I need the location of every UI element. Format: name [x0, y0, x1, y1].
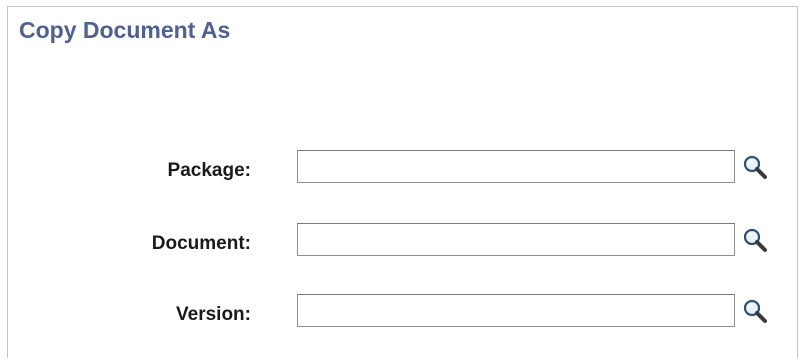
document-lookup-icon[interactable] — [741, 226, 769, 254]
package-lookup-icon[interactable] — [741, 153, 769, 181]
package-row: Package: — [0, 150, 806, 190]
page-title: Copy Document As — [19, 17, 231, 43]
version-lookup-icon[interactable] — [741, 297, 769, 325]
document-label: Document: — [151, 233, 251, 254]
version-input[interactable] — [297, 294, 735, 327]
version-label: Version: — [176, 304, 251, 325]
document-row: Document: — [0, 223, 806, 263]
version-row: Version: — [0, 294, 806, 334]
document-input[interactable] — [297, 223, 735, 256]
package-input[interactable] — [297, 150, 735, 183]
package-label: Package: — [167, 160, 251, 181]
